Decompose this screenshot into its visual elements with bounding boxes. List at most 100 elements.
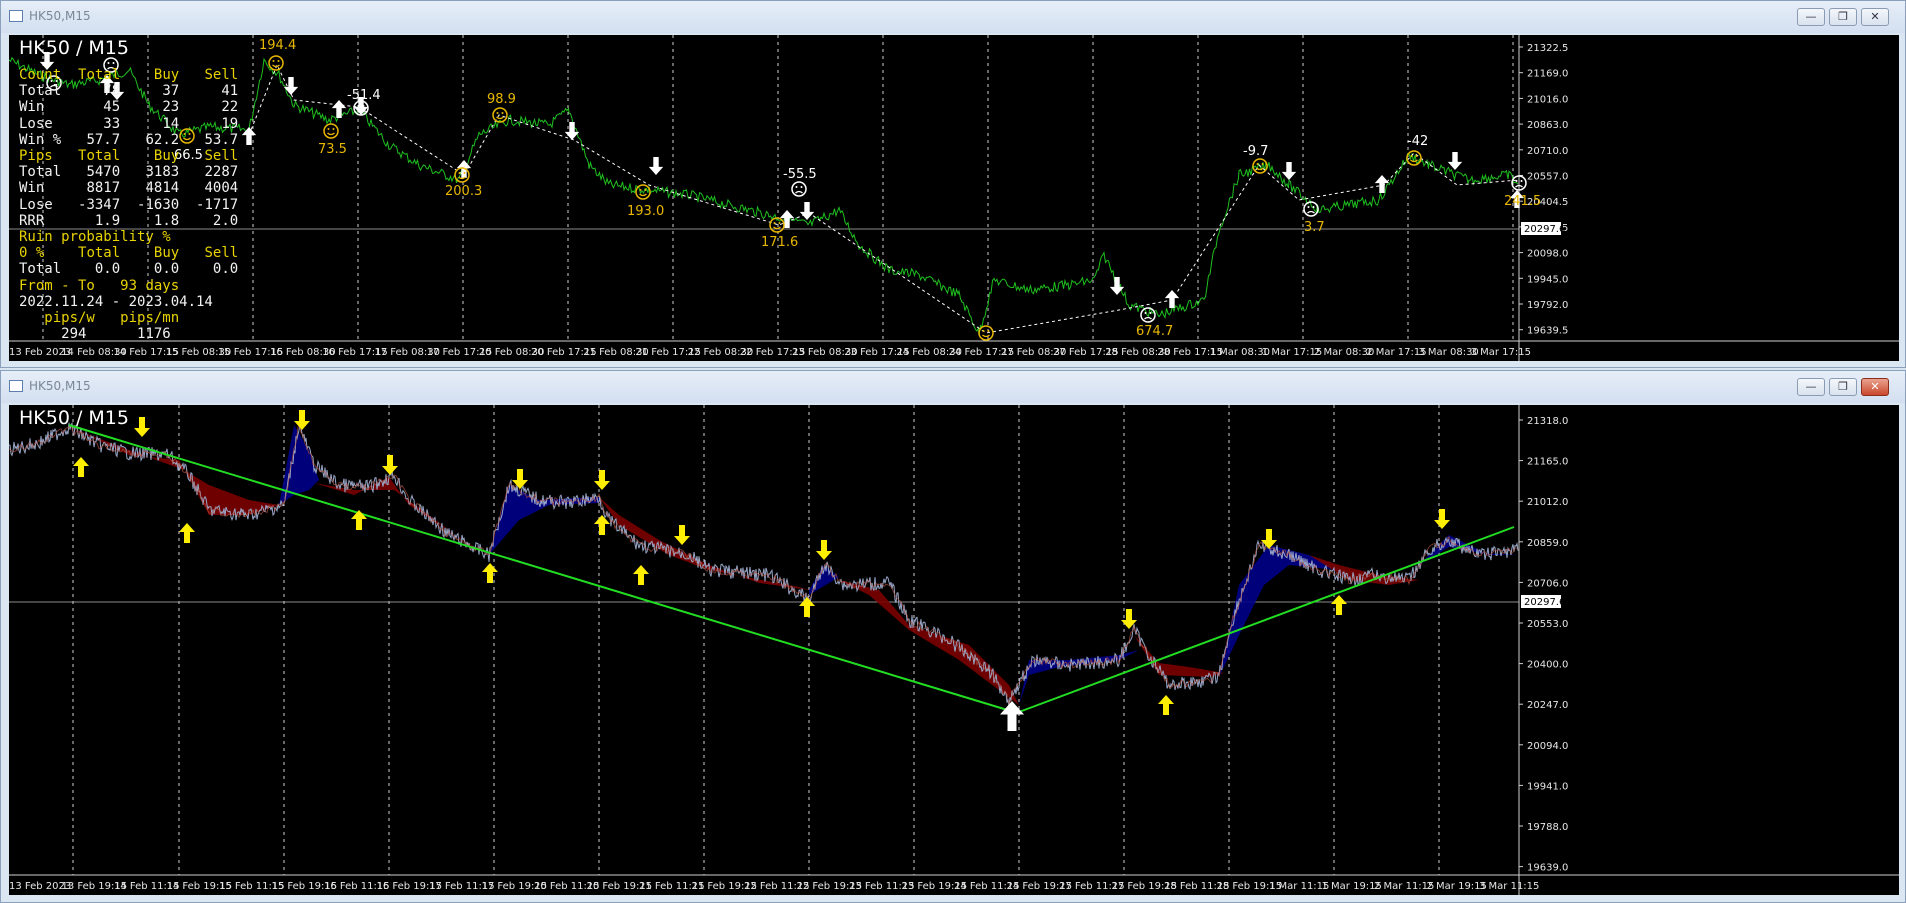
trade-connection-line [248, 63, 1520, 334]
stats-cell: 33 [69, 115, 121, 132]
stats-row: Win % 57.7 62.2 53.7 [19, 132, 238, 148]
price-tick-label: 21165.0 [1527, 457, 1568, 468]
stats-cell: 1.8 [128, 212, 180, 229]
stats-cell: 2287 [187, 164, 239, 181]
minimize-button[interactable]: — [1797, 8, 1825, 26]
time-tick-label: 3 Mar 11:15 [1479, 881, 1539, 892]
stats-cell: Total [69, 245, 121, 262]
time-tick-label: 1 Mar 19:15 [1322, 881, 1382, 892]
window-title-bar[interactable]: HK50,M15 — ❐ ✕ [1, 1, 1905, 33]
stats-cell: pips/w [19, 310, 95, 327]
stats-cell: 4814 [128, 180, 180, 197]
stats-row: 0 % Total Buy Sell [19, 245, 238, 261]
close-button[interactable]: ✕ [1861, 378, 1889, 396]
stats-row: Win 45 23 22 [19, 99, 238, 115]
stats-cell: Total [19, 83, 62, 100]
stats-row: Lose -3347 -1630 -1717 [19, 197, 238, 213]
stats-cell: 5470 [69, 164, 121, 181]
stats-cell: Total [69, 67, 121, 83]
price-tick-label: 21322.5 [1527, 43, 1568, 54]
time-tick-label: 3 Mar 17:15 [1471, 347, 1531, 358]
chart-window-icon [9, 10, 23, 22]
sell-arrow [1447, 152, 1463, 170]
buy-signal-arrow [799, 597, 815, 617]
restore-button[interactable]: ❐ [1829, 8, 1857, 26]
trade-result-label: 241.5 [1504, 194, 1541, 209]
buy-signal-arrow [179, 523, 195, 543]
buy-signal-arrow [351, 510, 367, 530]
stats-cell: 8817 [69, 180, 121, 197]
trade-result-label: 193.0 [627, 204, 664, 219]
sell-signal-arrow [134, 417, 150, 437]
symbol-label: HK50 / M15 [19, 37, 129, 59]
chart-canvas[interactable]: 21318.0 21165.0 21012.0 20859.0 20706.0 20553… [9, 405, 1899, 895]
stats-cell: 0.0 [187, 261, 239, 278]
price-tick-label: 20859.0 [1527, 538, 1568, 549]
price-tick-label: 19941.0 [1527, 781, 1568, 792]
stats-cell: -3347 [69, 196, 121, 213]
trade-result-label: 194.4 [259, 38, 296, 53]
stats-cell: Total [19, 261, 62, 278]
price-tick-label: 20400.0 [1527, 660, 1568, 671]
stats-cell: RRR [19, 212, 62, 229]
trade-result-label: 73.5 [318, 142, 347, 157]
sell-signal-arrow [816, 540, 832, 560]
sell-arrow [799, 202, 815, 220]
price-chart[interactable]: 21322.5 21169.0 21016.0 20863.0 20710.0 20557… [9, 35, 1899, 361]
sell-signal-arrow [594, 470, 610, 490]
buy-signal-arrow [1331, 595, 1347, 615]
stats-cell: 57.7 [69, 131, 121, 148]
stats-cell: Win [19, 180, 62, 197]
time-tick-label: 1 Mar 11:15 [1269, 881, 1329, 892]
trade-result-label: 674.7 [1136, 324, 1173, 339]
stats-cell: Sell [187, 245, 239, 262]
loss-trade-icon [1140, 307, 1156, 323]
stats-cell: 45 [69, 99, 121, 116]
stats-row: Total 5470 3183 2287 [19, 164, 238, 180]
price-tick-label: 20557.0 [1527, 172, 1568, 183]
backtest-stats-panel: Count Total Buy Sell Total 78 37 41 Win 45… [19, 67, 238, 342]
window-title-bar[interactable]: HK50,M15 — ❐ ✕ [1, 371, 1905, 403]
stats-cell: From - To [19, 277, 95, 294]
price-tick-label: 20710.0 [1527, 146, 1568, 157]
win-trade-icon [323, 123, 339, 139]
minimize-button[interactable]: — [1797, 378, 1825, 396]
sell-signal-arrow [382, 455, 398, 475]
stats-cell: 1.9 [69, 212, 121, 229]
win-trade-icon [978, 325, 994, 341]
chart-canvas[interactable]: 21322.5 21169.0 21016.0 20863.0 20710.0 20557… [9, 35, 1899, 361]
restore-button[interactable]: ❐ [1829, 378, 1857, 396]
stats-row: Pips Total Buy Sell [19, 148, 238, 164]
stats-cell: 2022.11.24 - 2023.04.14 [19, 293, 213, 310]
trade-result-label: -51.4 [347, 88, 381, 103]
close-button[interactable]: ✕ [1861, 8, 1889, 26]
buy-arrow [241, 127, 257, 145]
sell-signal-arrow [294, 410, 310, 430]
stats-cell: 93 days [103, 277, 180, 294]
stats-row: From - To 93 days [19, 278, 238, 294]
price-tick-label: 21318.0 [1527, 416, 1568, 427]
stats-row: RRR 1.9 1.8 2.0 [19, 213, 238, 229]
stats-cell: Total [69, 148, 121, 165]
sell-signal-arrow [674, 525, 690, 545]
stats-cell: 53.7 [187, 131, 239, 148]
price-chart[interactable]: 21318.0 21165.0 21012.0 20859.0 20706.0 20553… [9, 405, 1899, 895]
trend-line [68, 424, 1015, 713]
stats-cell: 0.0 [128, 261, 180, 278]
stats-cell: 0.0 [69, 261, 121, 278]
trade-result-label: 171.6 [761, 235, 798, 250]
stats-cell: 41 [187, 83, 239, 100]
chart-window-bottom[interactable]: HK50,M15 — ❐ ✕ 21318.0 21165.0 21012.0 2085… [0, 370, 1906, 903]
stats-row: pips/w pips/mn [19, 310, 238, 326]
buy-signal-arrow [482, 563, 498, 583]
stats-cell: Ruin probability % [19, 229, 171, 246]
sell-arrow [1281, 162, 1297, 180]
stats-cell: Sell [187, 67, 239, 83]
stats-cell: 37 [128, 83, 180, 100]
chart-window-top[interactable]: HK50,M15 — ❐ ✕ 21322.5 21169.0 21016.0 2086… [0, 0, 1906, 368]
chart-window-icon [9, 380, 23, 392]
stats-row: Win 8817 4814 4004 [19, 180, 238, 196]
stats-row: Lose 33 14 19 [19, 116, 238, 132]
time-tick-label: 2 Mar 19:15 [1427, 881, 1487, 892]
stats-row: Ruin probability % [19, 229, 238, 245]
